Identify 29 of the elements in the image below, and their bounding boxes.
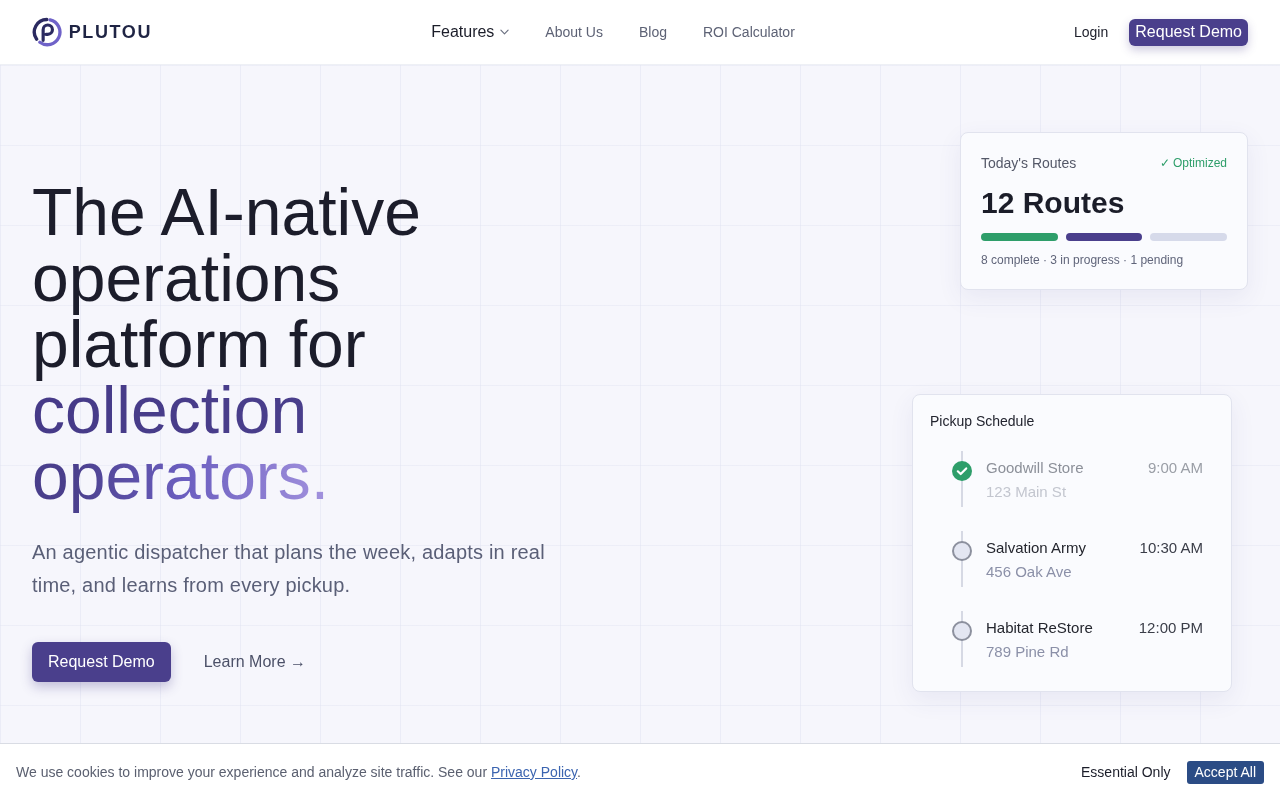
card-title: Today's Routes <box>981 155 1077 171</box>
stop-name: Salvation Army <box>986 538 1088 558</box>
essential-only-button[interactable]: Essential Only <box>1081 760 1171 784</box>
stop-name: Habitat ReStore <box>986 618 1094 638</box>
chevron-down-icon <box>500 29 510 35</box>
request-demo-button[interactable]: Request Demo <box>1129 18 1248 46</box>
logo-wordmark[interactable]: PLUTOU <box>68 21 152 43</box>
logo-mark-icon[interactable] <box>32 16 62 48</box>
nav-link[interactable]: About Us <box>545 24 603 40</box>
route-count: 12 Routes <box>981 185 1126 221</box>
nav-link[interactable]: Blog <box>638 24 667 40</box>
login-link[interactable]: Login <box>1074 24 1109 40</box>
stop-address: 456 Oak Ave <box>986 562 1073 582</box>
accept-all-button[interactable]: Accept All <box>1186 760 1264 784</box>
cookie-notice: We use cookies to improve your experience and analyze site traffic. See our Privacy Policy. <box>16 764 581 780</box>
nav-link[interactable]: ROI Calculator <box>703 24 795 40</box>
card-title: Pickup Schedule <box>930 412 1036 431</box>
request-demo-button[interactable]: Request Demo <box>32 642 171 682</box>
learn-more-link[interactable]: Learn More → <box>203 653 306 671</box>
stop-time: 12:00 PM <box>1138 618 1203 638</box>
privacy-policy-link[interactable]: Privacy Policy <box>490 764 578 780</box>
stop-time: 10:30 AM <box>1139 538 1203 558</box>
optimized-status: ✓ Optimized <box>1159 156 1227 170</box>
stop-address: 789 Pine Rd <box>986 642 1070 662</box>
nav-link[interactable]: Features <box>431 23 510 41</box>
route-summary: 8 complete · 3 in progress · 1 pending <box>981 252 1185 269</box>
stop-name: Goodwill Store <box>986 458 1085 478</box>
stop-time: 9:00 AM <box>1147 458 1203 478</box>
hero-subtitle: An agentic dispatcher that plans the week, adapts in real time, and learns from every pickup. <box>32 540 546 598</box>
